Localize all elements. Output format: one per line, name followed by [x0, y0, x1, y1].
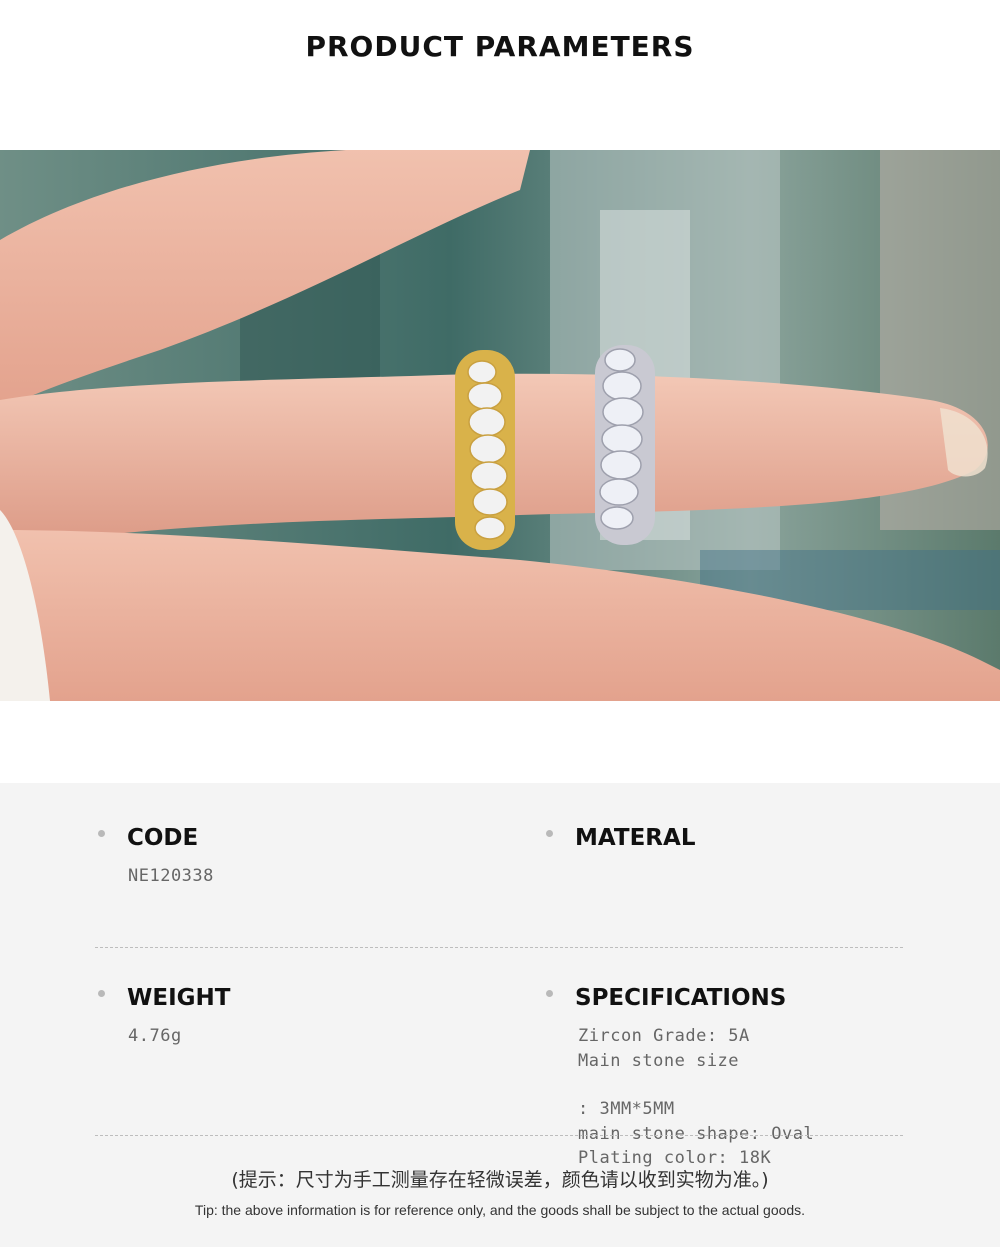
bullet-dot [98, 830, 105, 837]
bullet-dot [546, 830, 553, 837]
parameters-panel: CODE NE120338 MATERAL WEIGHT 4.76g SPECI… [0, 783, 1000, 1247]
page-title: PRODUCT PARAMETERS [305, 30, 695, 63]
code-value: NE120338 [128, 866, 214, 886]
spec-line: Zircon Grade: 5A [578, 1026, 750, 1046]
code-label: CODE [127, 825, 199, 851]
product-photo [0, 150, 1000, 701]
specifications-label: SPECIFICATIONS [575, 985, 787, 1011]
divider [95, 947, 903, 948]
bullet-dot [546, 990, 553, 997]
material-label: MATERAL [575, 825, 696, 851]
weight-value: 4.76g [128, 1026, 182, 1046]
tip-chinese: (提示：尺寸为手工测量存在轻微误差，颜色请以收到实物为准。) [231, 1169, 769, 1191]
spec-line: Main stone size [578, 1051, 740, 1071]
tip-english: Tip: the above information is for refere… [194, 1202, 806, 1218]
weight-label: WEIGHT [127, 985, 231, 1011]
bullet-dot [98, 990, 105, 997]
spec-line: : 3MM*5MM [578, 1099, 675, 1119]
divider [95, 1135, 903, 1136]
ring-photo-illustration [0, 150, 1000, 701]
